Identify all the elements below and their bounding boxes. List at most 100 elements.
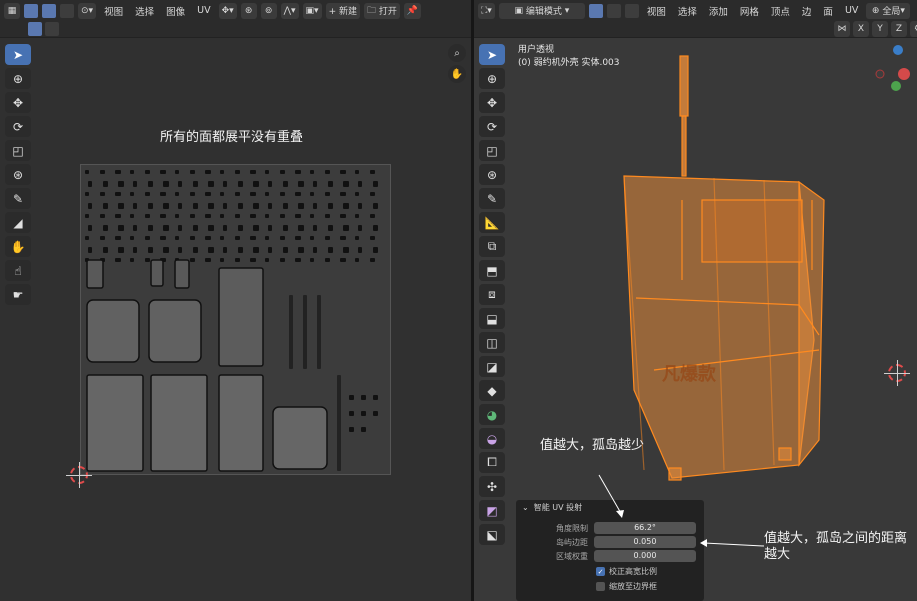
uv-island <box>130 236 134 240</box>
snap-icon[interactable]: ⊛ <box>240 2 257 19</box>
uv-island <box>115 214 121 218</box>
uv-island <box>295 192 301 196</box>
uv-island <box>235 214 240 218</box>
uv-island <box>280 258 285 262</box>
uv-island <box>175 236 179 240</box>
uv-island <box>174 259 190 289</box>
uv-island <box>175 170 179 174</box>
uv-island <box>250 214 256 218</box>
uv-island <box>298 247 304 253</box>
uv-caption: 所有的面都展平没有重叠 <box>160 130 304 145</box>
uv-island <box>253 225 259 231</box>
uv-island <box>85 236 89 240</box>
move-tool[interactable]: ✥ <box>5 92 31 113</box>
uv-island <box>205 214 211 218</box>
crosshair-icon: ⊕ <box>12 71 24 86</box>
uv-island <box>361 427 366 432</box>
uv-menu-select[interactable]: 选择 <box>131 4 158 18</box>
uv-island <box>190 170 195 174</box>
uv-island <box>145 192 150 196</box>
uv-island <box>325 192 330 196</box>
transform-tool[interactable]: ⊛ <box>5 164 31 185</box>
uv-island <box>310 192 314 196</box>
uv-island <box>283 203 288 209</box>
move-icon: ✥ <box>12 95 24 110</box>
falloff-icon[interactable]: ⋀▾ <box>280 2 299 19</box>
sticky-select-dropdown[interactable]: ⊙▾ <box>78 2 97 19</box>
grab-tool[interactable]: ✋ <box>5 236 31 257</box>
rotate-tool[interactable]: ⟳ <box>5 116 31 137</box>
uv-island <box>283 181 288 187</box>
uv-island <box>358 225 362 231</box>
rip-tool[interactable]: ◢ <box>5 212 31 233</box>
uv-island <box>88 203 92 209</box>
uv-island <box>100 192 105 196</box>
uv-island <box>100 236 105 240</box>
uv-island <box>85 170 89 174</box>
pinch-tool[interactable]: ☛ <box>5 284 31 305</box>
pivot-dropdown[interactable]: ✥▾ <box>218 2 237 19</box>
editor-type-icon[interactable]: ▦ <box>4 2 20 19</box>
uv-island <box>223 225 227 231</box>
uv-island <box>86 374 144 472</box>
uv-island <box>340 192 346 196</box>
rip-icon: ◢ <box>13 215 23 230</box>
uv-island <box>150 259 164 287</box>
uv-island <box>160 192 166 196</box>
uv-island <box>238 181 243 187</box>
zoom-icon[interactable]: ⌕ <box>448 44 466 62</box>
uv-island <box>148 247 153 253</box>
scale-tool[interactable]: ◰ <box>5 140 31 161</box>
select-box-tool[interactable]: ➤ <box>5 44 31 65</box>
vertex-select-icon[interactable] <box>42 3 56 18</box>
uv-island <box>115 236 121 240</box>
uv-menu-view[interactable]: 视图 <box>100 4 127 18</box>
uv-island <box>337 375 341 471</box>
2d-cursor-icon[interactable] <box>66 462 92 488</box>
uv-island <box>280 214 285 218</box>
pin-icon[interactable]: 📌 <box>403 2 422 19</box>
open-image-button[interactable]: 🗀 打开 <box>363 2 400 19</box>
uv-island <box>220 192 224 196</box>
proportional-icon[interactable]: ⊚ <box>260 2 277 19</box>
sync-selection-icon[interactable] <box>24 3 38 18</box>
annotate-tool[interactable]: ✎ <box>5 188 31 209</box>
uv-island <box>220 236 224 240</box>
pan-hand-icon[interactable]: ✋ <box>448 65 466 83</box>
uv-island <box>220 214 224 218</box>
uv-menu-uv[interactable]: UV <box>193 5 214 16</box>
uv-island <box>265 192 269 196</box>
uv-island <box>133 225 137 231</box>
uv-island <box>178 181 182 187</box>
uv-menu-image[interactable]: 图像 <box>162 4 189 18</box>
uv-island <box>313 181 317 187</box>
uv-island <box>193 247 198 253</box>
3d-viewport-pane[interactable]: ⛶▾ ▣ 编辑模式 ▾ 视图 选择 添加 网格 顶点 边 面 UV ⊕ 全局 ▾ … <box>474 0 917 601</box>
uv-editor-pane[interactable]: ▦ ⊙▾ 视图 选择 图像 UV ✥▾ ⊛ ⊚ ⋀▾ ▣▾ + 新建 🗀 打开 … <box>0 0 471 601</box>
uv-island <box>373 247 378 253</box>
uv-island <box>160 214 166 218</box>
uv-editor-subheader <box>0 21 471 38</box>
uv-grid[interactable] <box>80 164 391 475</box>
uv-island <box>235 258 240 262</box>
uv-island <box>150 374 208 472</box>
uv-island-mode-icon[interactable] <box>45 22 59 36</box>
edge-select-icon[interactable] <box>60 3 74 18</box>
new-image-button[interactable]: + 新建 <box>325 2 360 19</box>
uv-island <box>208 247 214 253</box>
uv-island <box>103 181 108 187</box>
uv-island <box>160 170 166 174</box>
image-browse-icon[interactable]: ▣▾ <box>302 2 322 19</box>
uv-island <box>343 181 349 187</box>
cursor-tool[interactable]: ⊕ <box>5 68 31 89</box>
uv-island <box>325 214 330 218</box>
uv-island <box>85 214 89 218</box>
uv-island <box>88 247 92 253</box>
uv-select-mode-icon[interactable] <box>28 22 42 36</box>
uv-island <box>148 225 153 231</box>
uv-island <box>355 192 359 196</box>
uv-island <box>218 267 264 367</box>
relax-tool[interactable]: ☝ <box>5 260 31 281</box>
uv-island <box>133 247 137 253</box>
uv-island <box>238 203 243 209</box>
